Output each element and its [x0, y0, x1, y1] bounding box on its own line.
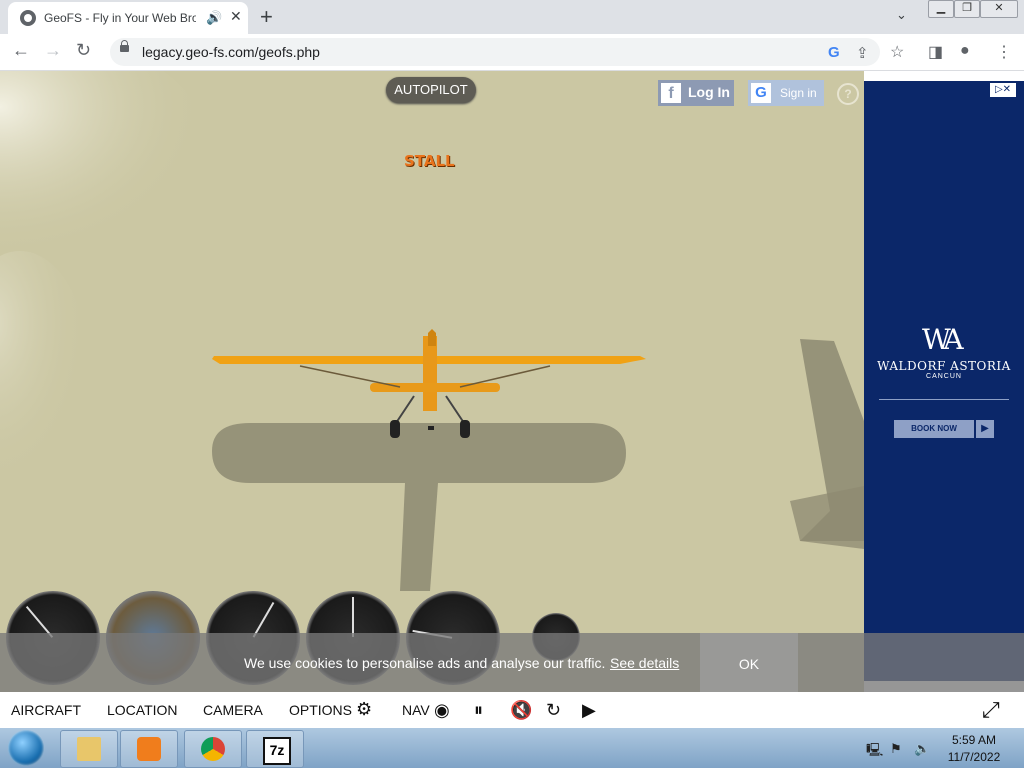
folder-icon — [77, 737, 101, 761]
play-icon[interactable]: ▶ — [582, 700, 596, 721]
help-icon[interactable]: ? — [837, 83, 859, 105]
ad-location: CANCUN — [926, 373, 962, 380]
side-panel-icon[interactable]: ◨ — [928, 42, 943, 62]
forward-button[interactable]: → — [44, 40, 62, 61]
see-details-link[interactable]: See details — [610, 655, 679, 671]
google-signin-button[interactable]: G Sign in — [748, 80, 824, 106]
reload-button[interactable]: ↻ — [76, 40, 91, 61]
tab-strip: GeoFS - Fly in Your Web Bro 🔊 ✕ + ⌄ ▁ ❐ … — [0, 0, 1024, 34]
stall-warning: STALL — [404, 152, 455, 170]
share-icon[interactable]: ⇪ — [856, 44, 869, 62]
cookie-message: We use cookies to personalise ads and an… — [244, 655, 606, 671]
speaker-icon[interactable]: 🔊 — [206, 10, 222, 26]
lock-icon[interactable] — [120, 40, 129, 52]
fullscreen-icon[interactable]: ⤢ — [982, 697, 1000, 723]
profile-icon[interactable]: ● — [960, 42, 970, 60]
pause-icon[interactable]: ⏸ — [474, 700, 483, 721]
chrome-icon — [201, 737, 225, 761]
ad-brand: WALDORF ASTORIA — [877, 359, 1011, 373]
start-button[interactable] — [8, 730, 44, 766]
advertisement[interactable]: ▷✕ WA WALDORF ASTORIA CANCUN BOOK NOW ▶ — [864, 81, 1024, 681]
options-menu[interactable]: OPTIONS — [289, 702, 352, 718]
play-arrow-icon[interactable]: ▶ — [976, 420, 994, 438]
action-center-flag-icon[interactable]: ⚑ — [890, 741, 902, 757]
volume-icon[interactable]: 🔈 — [914, 741, 930, 757]
google-lens-icon[interactable]: G — [828, 44, 840, 61]
book-now-button[interactable]: BOOK NOW — [894, 420, 974, 438]
gear-icon[interactable]: ⚙ — [356, 699, 372, 720]
taskbar-media-player[interactable] — [120, 730, 178, 768]
autopilot-button[interactable]: AUTOPILOT — [386, 77, 476, 103]
cookie-ok-button[interactable]: OK — [700, 633, 798, 692]
flight-sim-viewport[interactable]: AUTOPILOT STALL f Log In G Sign in ? — [0, 71, 864, 692]
reset-icon[interactable]: ↻ — [546, 700, 561, 721]
close-window-button[interactable]: ✕ — [980, 0, 1018, 18]
globe-icon — [20, 10, 36, 26]
taskbar-7zip[interactable]: 7z — [246, 730, 304, 768]
camera-menu[interactable]: CAMERA — [203, 702, 263, 718]
facebook-icon: f — [661, 83, 681, 103]
network-icon[interactable]: 🖳 — [866, 741, 883, 763]
waldorf-logo-icon: WA — [922, 323, 964, 356]
back-button[interactable]: ← — [12, 40, 30, 61]
compass-icon[interactable]: ◉ — [434, 700, 450, 721]
7zip-icon: 7z — [263, 737, 291, 765]
google-icon: G — [751, 83, 771, 103]
restore-button[interactable]: ❐ — [954, 0, 980, 18]
facebook-login-button[interactable]: f Log In — [658, 80, 734, 106]
geofs-menu-bar: AIRCRAFT LOCATION CAMERA OPTIONS ⚙ NAV ◉… — [0, 692, 1024, 728]
google-signin-label: Sign in — [780, 86, 817, 100]
browser-tab[interactable]: GeoFS - Fly in Your Web Bro 🔊 ✕ — [8, 2, 248, 34]
nav-menu[interactable]: NAV — [402, 702, 430, 718]
minimize-button[interactable]: ▁ — [928, 0, 954, 18]
browser-toolbar: ← → ↻ legacy.geo-fs.com/geofs.php G ⇪ ☆ … — [0, 34, 1024, 71]
bookmark-star-icon[interactable]: ☆ — [890, 42, 904, 62]
ad-divider — [879, 399, 1009, 400]
media-player-icon — [137, 737, 161, 761]
ad-choices-icon[interactable]: ▷✕ — [990, 83, 1016, 97]
cookie-banner: We use cookies to personalise ads and an… — [0, 633, 1024, 692]
aircraft-menu[interactable]: AIRCRAFT — [11, 702, 81, 718]
taskbar-chrome[interactable] — [184, 730, 242, 768]
tab-title: GeoFS - Fly in Your Web Bro — [44, 11, 196, 25]
address-bar[interactable]: legacy.geo-fs.com/geofs.php G ⇪ — [110, 38, 880, 66]
url-text[interactable]: legacy.geo-fs.com/geofs.php — [142, 44, 320, 60]
close-tab-icon[interactable]: ✕ — [230, 8, 242, 25]
facebook-login-label: Log In — [688, 84, 730, 100]
new-tab-button[interactable]: + — [260, 4, 273, 30]
menu-icon[interactable]: ⋮ — [996, 42, 1012, 62]
mute-icon[interactable]: 🔇 — [510, 700, 532, 721]
windows-taskbar: 7z 🖳 ⚑ 🔈 5:59 AM 11/7/2022 — [0, 728, 1024, 768]
clock-time[interactable]: 5:59 AM — [942, 733, 1006, 747]
location-menu[interactable]: LOCATION — [107, 702, 178, 718]
clock-date[interactable]: 11/7/2022 — [942, 750, 1006, 764]
taskbar-file-explorer[interactable] — [60, 730, 118, 768]
chevron-down-icon[interactable]: ⌄ — [896, 7, 907, 23]
